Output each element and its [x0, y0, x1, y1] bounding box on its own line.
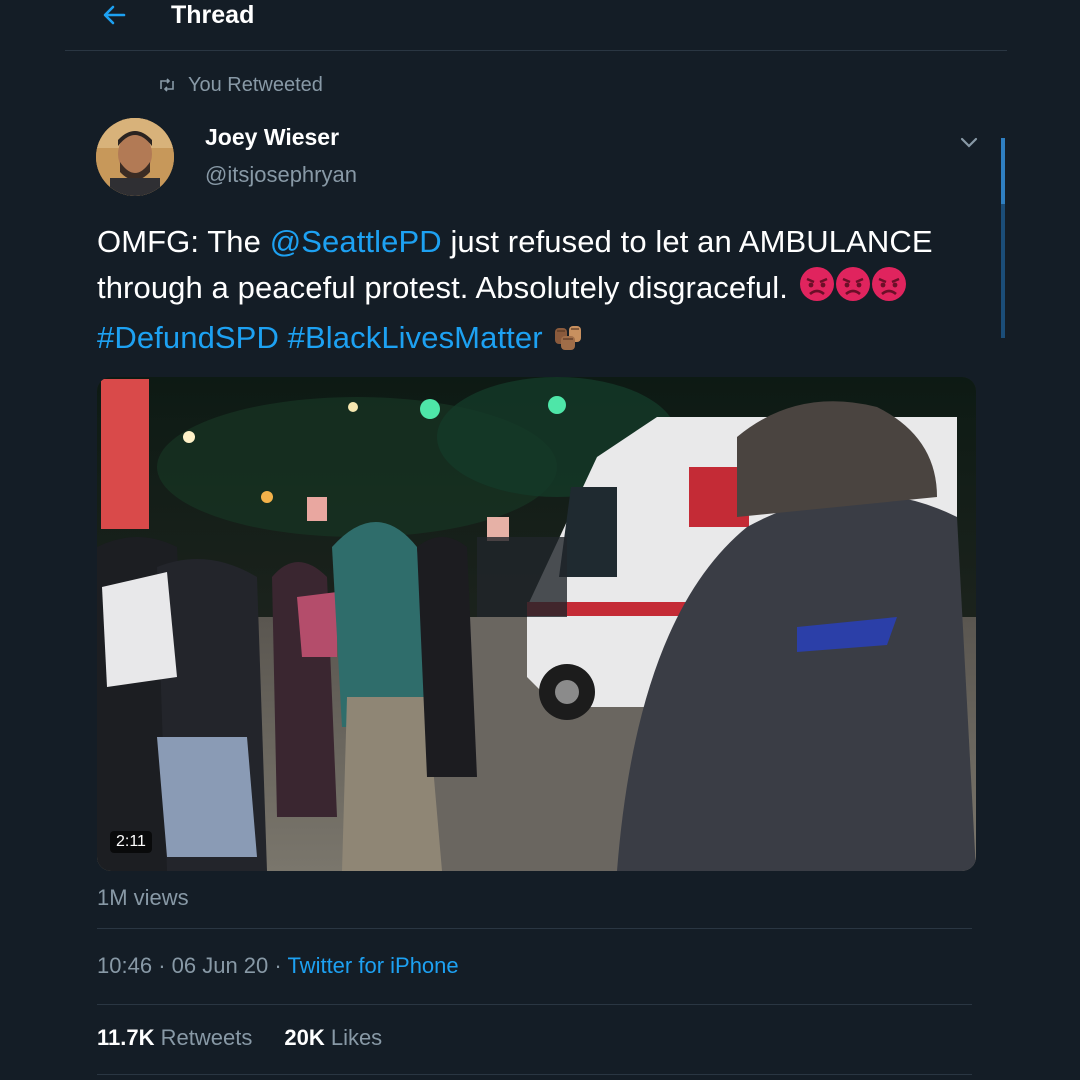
- tweet-text: OMFG: The @SeattlePD just refused to let…: [97, 220, 977, 366]
- hashtag-link[interactable]: #BlackLivesMatter: [288, 320, 543, 355]
- client-link[interactable]: Twitter for iPhone: [287, 953, 458, 978]
- page-title: Thread: [171, 1, 255, 29]
- thread-header: Thread: [65, 0, 1007, 51]
- tweet-text-part: OMFG: The: [97, 224, 270, 259]
- mention-link[interactable]: @SeattlePD: [270, 224, 442, 259]
- retweet-icon: [160, 78, 174, 92]
- divider: [97, 928, 972, 929]
- view-count: 1M views: [97, 885, 189, 910]
- hashtag-link[interactable]: #DefundSPD: [97, 320, 279, 355]
- tweet-time: 10:46: [97, 953, 153, 978]
- tweet-date: 06 Jun 20: [171, 953, 269, 978]
- video-duration-badge: 2:11: [110, 831, 152, 853]
- separator-dot: ·: [274, 953, 282, 978]
- retweet-context-label: You Retweeted: [188, 73, 323, 96]
- separator-dot: ·: [158, 953, 166, 978]
- raised-fists-emoji: [551, 320, 585, 366]
- retweets-count: 11.7K: [97, 1025, 155, 1050]
- likes-stat[interactable]: 20K Likes: [284, 1025, 382, 1051]
- divider: [97, 1074, 972, 1075]
- angry-face-emoji: [797, 264, 837, 316]
- divider: [97, 1004, 972, 1005]
- scrollbar[interactable]: [1001, 138, 1005, 338]
- likes-count: 20K: [284, 1025, 325, 1050]
- video-thumbnail[interactable]: [97, 377, 976, 871]
- retweet-context: You Retweeted: [158, 70, 323, 100]
- engagement-stats: 11.7K Retweets 20K Likes: [97, 1025, 382, 1051]
- retweets-label: Retweets: [160, 1025, 253, 1050]
- tweet-meta: 10:46 · 06 Jun 20 · Twitter for iPhone: [97, 953, 459, 979]
- angry-face-emoji: [869, 264, 909, 316]
- likes-label: Likes: [330, 1025, 383, 1050]
- back-arrow-icon[interactable]: [99, 0, 129, 30]
- author-name[interactable]: Joey Wieser: [205, 124, 339, 151]
- retweets-stat[interactable]: 11.7K Retweets: [97, 1025, 252, 1051]
- angry-face-emoji: [833, 264, 873, 316]
- author-handle[interactable]: @itsjosephryan: [205, 162, 357, 188]
- chevron-down-icon[interactable]: [958, 134, 980, 152]
- video-frame: [97, 377, 976, 871]
- avatar[interactable]: [96, 118, 174, 196]
